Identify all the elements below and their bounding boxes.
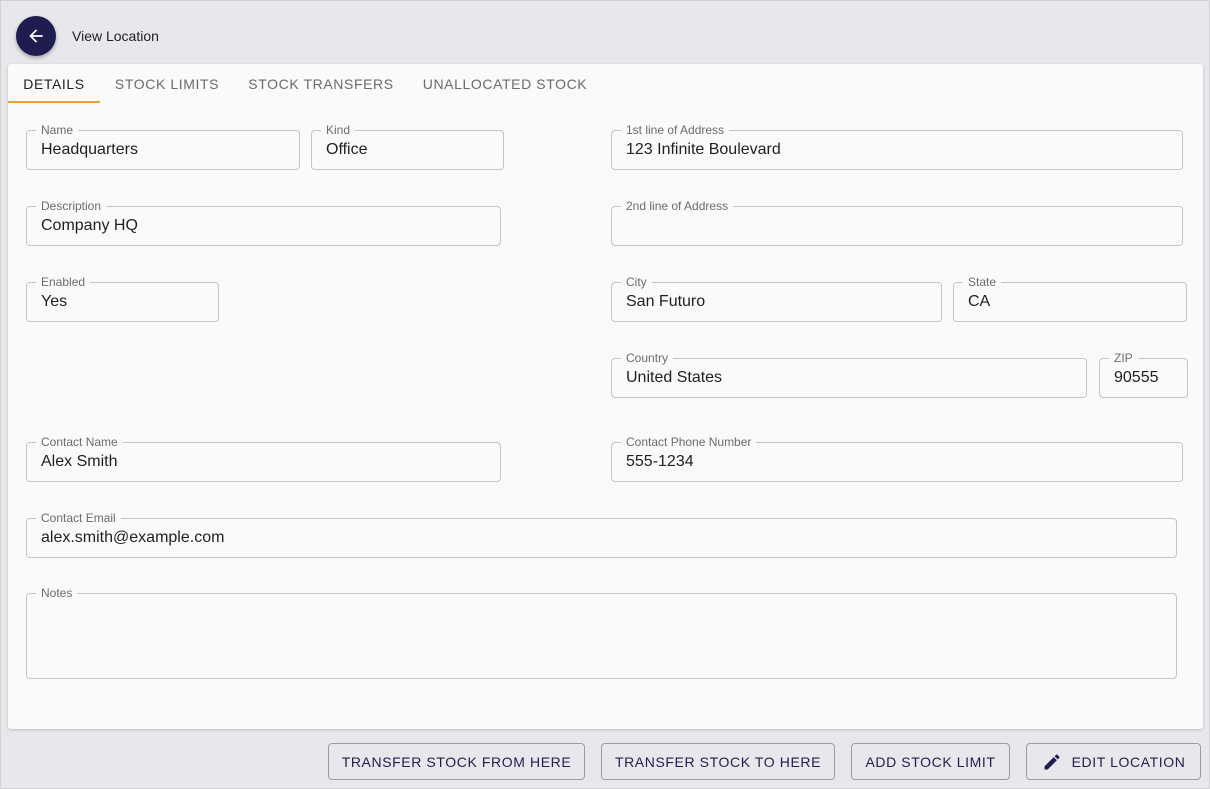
zip-field[interactable]: ZIP 90555 [1099, 350, 1188, 398]
name-value: Headquarters [41, 141, 138, 158]
contact-name-value: Alex Smith [41, 453, 118, 470]
transfer-stock-from-button[interactable]: Transfer Stock From Here [328, 743, 585, 780]
tab-unallocated-stock[interactable]: Unallocated Stock [416, 64, 594, 104]
enabled-value: Yes [41, 293, 68, 310]
add-stock-limit-button[interactable]: Add Stock Limit [851, 743, 1010, 780]
address-line1-value: 123 Infinite Boulevard [626, 141, 781, 158]
contact-email-field[interactable]: Contact Email alex.smith@example.com [26, 510, 1177, 558]
zip-value: 90555 [1114, 369, 1159, 386]
name-label: Name [36, 122, 79, 138]
name-field[interactable]: Name Headquarters [26, 122, 300, 170]
country-value: United States [626, 369, 723, 386]
country-field[interactable]: Country United States [611, 350, 1087, 398]
back-button[interactable] [16, 16, 56, 56]
contact-phone-label: Contact Phone Number [621, 434, 757, 450]
description-value: Company HQ [41, 217, 138, 234]
kind-field[interactable]: Kind Office [311, 122, 504, 170]
city-value: San Futuro [626, 293, 706, 310]
active-tab-indicator [8, 101, 100, 103]
city-field[interactable]: City San Futuro [611, 274, 942, 322]
address-line2-field[interactable]: 2nd line of Address [611, 198, 1183, 246]
state-field[interactable]: State CA [953, 274, 1187, 322]
tab-stock-limits[interactable]: Stock Limits [108, 64, 226, 104]
contact-phone-field[interactable]: Contact Phone Number 555-1234 [611, 434, 1183, 482]
state-value: CA [968, 293, 991, 310]
description-label: Description [36, 198, 107, 214]
city-label: City [621, 274, 652, 290]
enabled-field[interactable]: Enabled Yes [26, 274, 219, 322]
tab-stock-transfers[interactable]: Stock Transfers [242, 64, 400, 104]
tab-details[interactable]: Details [8, 64, 100, 104]
notes-label: Notes [36, 585, 78, 601]
address-line2-label: 2nd line of Address [621, 198, 734, 214]
location-details-card: Details Stock Limits Stock Transfers Una… [8, 64, 1203, 729]
country-label: Country [621, 350, 674, 366]
enabled-label: Enabled [36, 274, 91, 290]
state-label: State [963, 274, 1002, 290]
tab-bar: Details Stock Limits Stock Transfers Una… [8, 64, 1203, 104]
arrow-left-icon [29, 29, 43, 43]
kind-value: Office [326, 141, 368, 158]
address-line1-field[interactable]: 1st line of Address 123 Infinite Bouleva… [611, 122, 1183, 170]
contact-name-field[interactable]: Contact Name Alex Smith [26, 434, 501, 482]
edit-location-label: Edit Location [1071, 753, 1186, 770]
header: View Location [1, 1, 1210, 67]
notes-field[interactable]: Notes [26, 585, 1177, 679]
zip-label: ZIP [1109, 350, 1138, 366]
contact-name-label: Contact Name [36, 434, 123, 450]
page-title: View Location [72, 28, 159, 44]
contact-phone-value: 555-1234 [626, 453, 694, 470]
app-window: View Location Details Stock Limits Stock… [0, 0, 1210, 789]
address-line1-label: 1st line of Address [621, 122, 730, 138]
kind-label: Kind [321, 122, 356, 138]
contact-email-label: Contact Email [36, 510, 121, 526]
pencil-icon [1044, 753, 1060, 769]
description-field[interactable]: Description Company HQ [26, 198, 501, 246]
contact-email-value: alex.smith@example.com [41, 529, 225, 546]
edit-location-button[interactable]: Edit Location [1026, 743, 1201, 780]
transfer-stock-to-button[interactable]: Transfer Stock To Here [601, 743, 835, 780]
